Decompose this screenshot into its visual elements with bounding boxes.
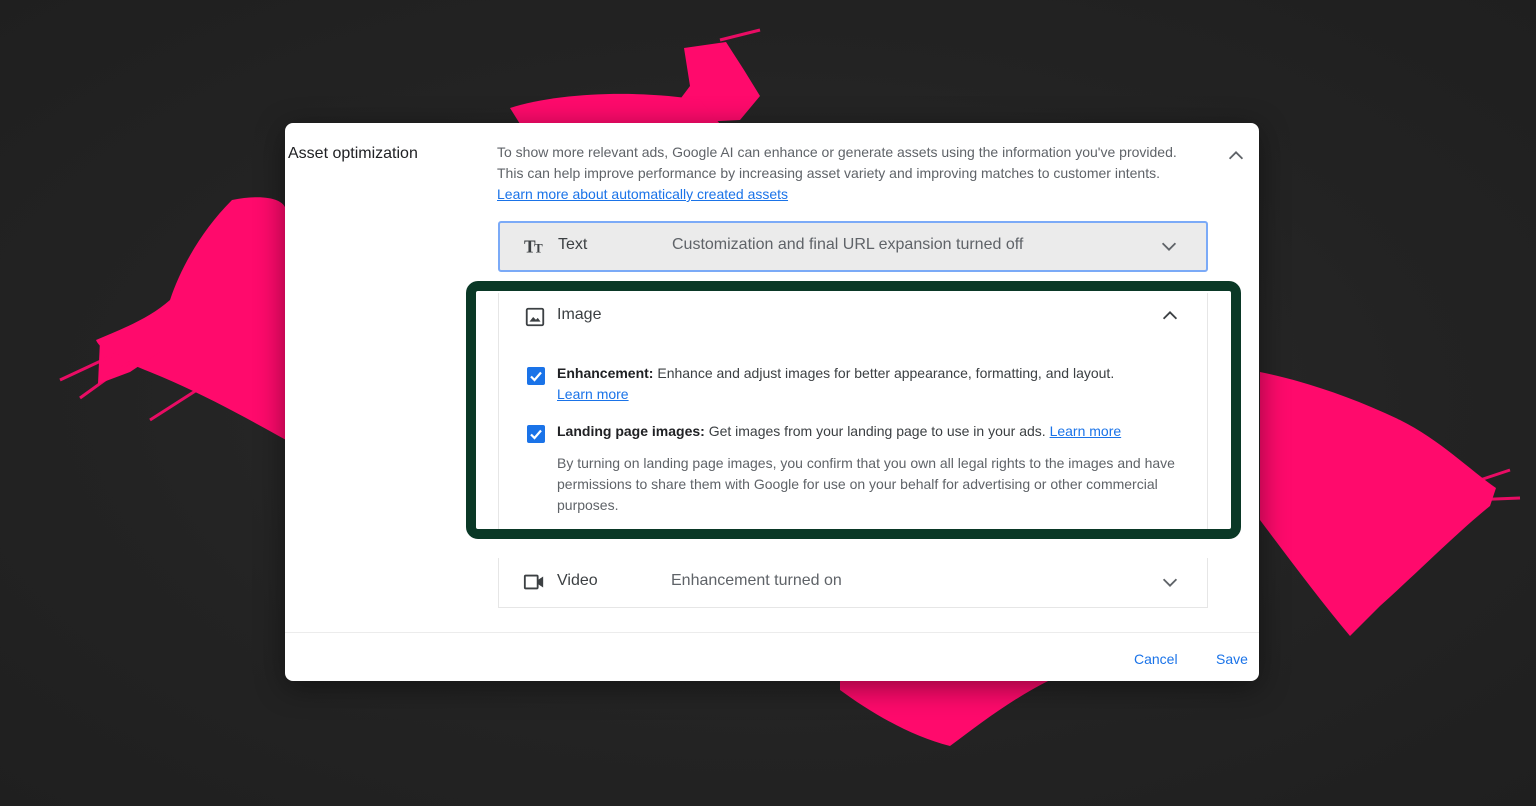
enhancement-learn-more-link[interactable]: Learn more	[557, 386, 629, 402]
landing-page-images-option: Landing page images: Get images from you…	[557, 421, 1197, 442]
cancel-button[interactable]: Cancel	[1134, 651, 1178, 667]
video-assets-row[interactable]: Video Enhancement turned on	[498, 558, 1208, 608]
checkmark-icon	[530, 429, 542, 440]
checkmark-icon	[530, 371, 542, 382]
landing-page-learn-more-link[interactable]: Learn more	[1050, 423, 1122, 439]
video-row-status: Enhancement turned on	[671, 572, 842, 589]
landing-page-images-checkbox[interactable]	[527, 425, 545, 443]
chevron-up-icon	[1162, 311, 1178, 320]
chevron-up-icon	[1228, 151, 1244, 160]
enhancement-option: Enhancement: Enhance and adjust images f…	[557, 363, 1187, 405]
intro-text: To show more relevant ads, Google AI can…	[497, 144, 1177, 181]
learn-more-auto-assets-link[interactable]: Learn more about automatically created a…	[497, 186, 788, 202]
collapse-section-button[interactable]	[1225, 145, 1247, 167]
video-row-label: Video	[557, 572, 598, 589]
video-camera-icon	[523, 574, 544, 590]
image-assets-panel: Image Enhancement: Enhance and adjust im…	[498, 293, 1208, 535]
landing-page-legal-note: By turning on landing page images, you c…	[557, 455, 1175, 513]
image-row-label: Image	[557, 306, 602, 323]
landing-page-title: Landing page images:	[557, 423, 705, 439]
text-row-status: Customization and final URL expansion tu…	[672, 236, 1024, 253]
asset-optimization-dialog: Asset optimization To show more relevant…	[285, 123, 1259, 681]
intro-text-block: To show more relevant ads, Google AI can…	[497, 142, 1177, 205]
image-collapse-button[interactable]	[1159, 305, 1181, 327]
landing-page-text: Get images from your landing page to use…	[708, 423, 1046, 439]
footer-divider	[285, 632, 1259, 633]
image-icon	[525, 307, 545, 327]
text-format-icon: T T	[524, 236, 543, 256]
chevron-down-icon	[1162, 578, 1178, 587]
svg-text:T: T	[534, 241, 543, 255]
text-assets-row[interactable]: T T Text Customization and final URL exp…	[498, 221, 1208, 272]
chevron-down-icon	[1161, 242, 1177, 251]
enhancement-title: Enhancement:	[557, 365, 654, 381]
enhancement-text: Enhance and adjust images for better app…	[657, 365, 1115, 381]
section-title: Asset optimization	[288, 145, 418, 162]
enhancement-checkbox[interactable]	[527, 367, 545, 385]
background-stage: Asset optimization To show more relevant…	[0, 0, 1536, 806]
save-button[interactable]: Save	[1216, 651, 1248, 667]
text-row-label: Text	[558, 236, 588, 253]
